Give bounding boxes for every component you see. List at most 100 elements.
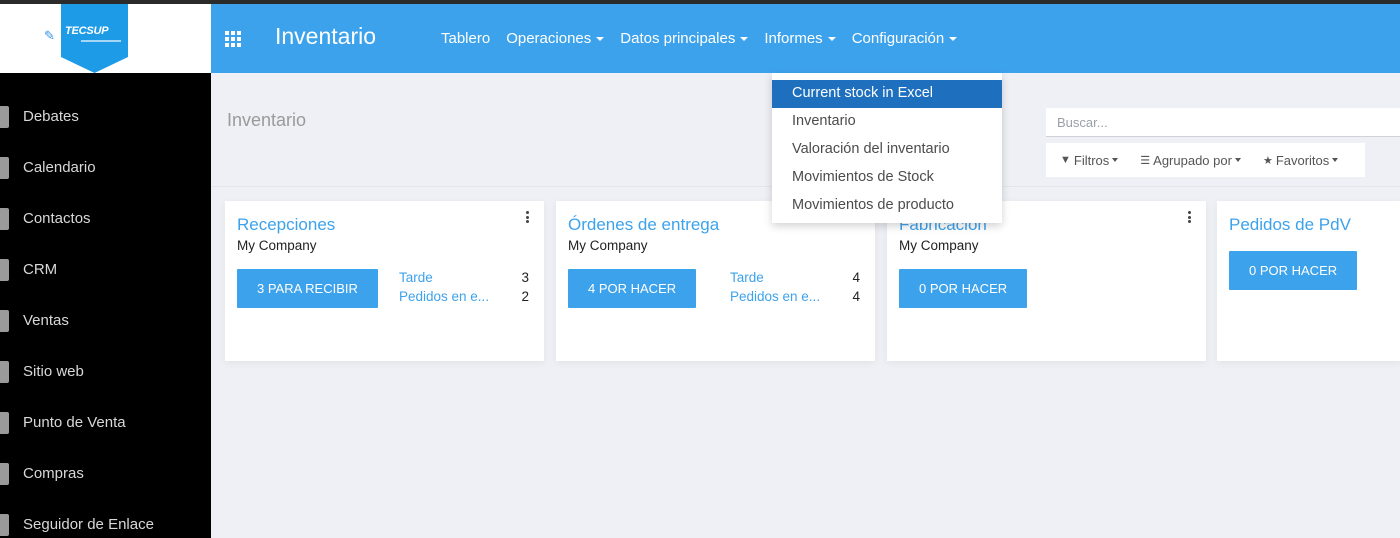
logo-text: TECSUP	[65, 25, 109, 37]
chevron-down-icon	[949, 37, 958, 42]
nav-informes[interactable]: Informes	[764, 30, 836, 47]
kebab-menu-icon[interactable]	[526, 211, 530, 223]
company-logo[interactable]: TECSUP	[61, 0, 128, 73]
menu-item-movimientos-stock[interactable]: Movimientos de Stock	[772, 164, 1002, 192]
menu-item-valoracion-inventario[interactable]: Valoración del inventario	[772, 136, 1002, 164]
discuss-icon	[0, 106, 9, 128]
stat-label[interactable]: Tarde	[399, 270, 433, 289]
sidebar-item-crm[interactable]: CRM	[0, 244, 211, 295]
sidebar-item-label: Compras	[23, 465, 84, 482]
card-company: My Company	[899, 238, 979, 253]
sidebar-item-label: Contactos	[23, 210, 91, 227]
nav-configuracion[interactable]: Configuración	[852, 30, 958, 47]
card-stats: Tarde 3 Pedidos en e... 2	[399, 270, 529, 308]
stat-value: 4	[852, 270, 860, 285]
sidebar-item-label: Calendario	[23, 159, 96, 176]
filter-icon: ▼	[1060, 154, 1071, 166]
purchase-icon	[0, 463, 9, 485]
informes-dropdown-menu: Current stock in Excel Inventario Valora…	[772, 73, 1002, 223]
card-company: My Company	[237, 238, 317, 253]
apps-grid-icon[interactable]	[225, 31, 242, 47]
card-stats: Tarde 4 Pedidos en e... 4	[730, 270, 860, 308]
chevron-down-icon	[1332, 158, 1339, 162]
chevron-down-icon	[827, 37, 836, 42]
card-action-button[interactable]: 4 POR HACER	[568, 269, 697, 308]
filters-label: Filtros	[1073, 152, 1110, 168]
sidebar-item-ventas[interactable]: Ventas	[0, 295, 211, 346]
stat-label[interactable]: Pedidos en e...	[399, 289, 489, 308]
list-icon: ☰	[1140, 154, 1151, 167]
stat-label[interactable]: Pedidos en e...	[730, 289, 820, 308]
filters-button[interactable]: ▼ Filtros	[1060, 152, 1119, 168]
menu-item-current-stock-excel[interactable]: Current stock in Excel	[772, 80, 1002, 108]
card-action-button[interactable]: 0 POR HACER	[1229, 251, 1358, 290]
pos-icon	[0, 412, 9, 434]
operation-card-fabricacion: Fabricación My Company 0 POR HACER	[887, 201, 1206, 361]
nav-datos-principales[interactable]: Datos principales	[620, 30, 749, 47]
favorites-label: Favoritos	[1275, 152, 1330, 168]
sales-icon	[0, 310, 9, 332]
sidebar-item-debates[interactable]: Debates	[0, 91, 211, 142]
sidebar-item-seguidor-de-enlace[interactable]: Seguidor de Enlace	[0, 499, 211, 538]
nav-label: Datos principales	[620, 30, 736, 47]
card-title[interactable]: Pedidos de PdV	[1229, 215, 1351, 235]
stat-value: 2	[521, 289, 529, 304]
menu-item-inventario[interactable]: Inventario	[772, 108, 1002, 136]
kebab-menu-icon[interactable]	[1188, 211, 1192, 223]
sidebar-item-label: Ventas	[23, 312, 69, 329]
stat-row: Pedidos en e... 2	[399, 289, 529, 308]
logo-area: ✎ TECSUP	[0, 0, 211, 73]
chevron-down-icon	[740, 37, 749, 42]
stat-row: Tarde 3	[399, 270, 529, 289]
nav-label: Tablero	[441, 30, 491, 47]
sidebar-item-contactos[interactable]: Contactos	[0, 193, 211, 244]
stat-row: Tarde 4	[730, 270, 860, 289]
card-title[interactable]: Órdenes de entrega	[568, 215, 719, 235]
sidebar-item-punto-de-venta[interactable]: Punto de Venta	[0, 397, 211, 448]
card-action-button[interactable]: 3 PARA RECIBIR	[237, 269, 378, 308]
sidebar-item-calendario[interactable]: Calendario	[0, 142, 211, 193]
sidebar-item-compras[interactable]: Compras	[0, 448, 211, 499]
calendar-icon	[0, 157, 9, 179]
chevron-down-icon	[596, 37, 605, 42]
stat-value: 3	[521, 270, 529, 285]
edit-icon[interactable]: ✎	[44, 29, 58, 43]
stat-value: 4	[852, 289, 860, 304]
crm-icon	[0, 259, 9, 281]
nav-tablero[interactable]: Tablero	[441, 30, 490, 47]
sidebar-item-label: Seguidor de Enlace	[23, 516, 154, 533]
app-title: Inventario	[275, 23, 377, 49]
groupby-label: Agrupado por	[1153, 152, 1232, 168]
card-title[interactable]: Recepciones	[237, 215, 335, 235]
sidebar-item-label: Punto de Venta	[23, 414, 126, 431]
operation-card-ordenes-entrega: Órdenes de entrega My Company 4 POR HACE…	[556, 201, 875, 361]
star-icon: ★	[1262, 154, 1273, 167]
chevron-down-icon	[1112, 158, 1119, 162]
nav-operaciones[interactable]: Operaciones	[506, 30, 605, 47]
search-input[interactable]	[1046, 108, 1400, 136]
search-box	[1046, 108, 1400, 137]
nav-label: Configuración	[851, 30, 945, 47]
stat-row: Pedidos en e... 4	[730, 289, 860, 308]
sidebar-item-sitio-web[interactable]: Sitio web	[0, 346, 211, 397]
website-icon	[0, 361, 9, 383]
nav-label: Operaciones	[506, 30, 592, 47]
favorites-button[interactable]: ★ Favoritos	[1262, 152, 1339, 168]
card-action-button[interactable]: 0 POR HACER	[899, 269, 1028, 308]
contacts-icon	[0, 208, 9, 230]
nav-label: Informes	[764, 30, 823, 47]
sidebar-item-label: CRM	[23, 261, 58, 278]
top-navbar: Inventario Tablero Operaciones Datos pri…	[211, 4, 1400, 73]
logo-underline	[81, 40, 121, 42]
breadcrumb: Inventario	[227, 110, 307, 130]
groupby-button[interactable]: ☰ Agrupado por	[1140, 153, 1241, 168]
card-company: My Company	[568, 238, 648, 253]
sidebar-menu: Debates Calendario Contactos CRM Ventas …	[0, 91, 211, 538]
operation-card-pedidos-pdv: Pedidos de PdV 0 POR HACER	[1217, 201, 1400, 361]
link-tracker-icon	[0, 514, 9, 536]
sidebar: ✎ TECSUP Debates Calendario Contactos CR…	[0, 0, 211, 538]
stat-label[interactable]: Tarde	[730, 270, 764, 289]
sidebar-item-label: Sitio web	[23, 363, 84, 380]
menu-item-movimientos-producto[interactable]: Movimientos de producto	[772, 192, 1002, 220]
sidebar-item-label: Debates	[23, 108, 79, 125]
